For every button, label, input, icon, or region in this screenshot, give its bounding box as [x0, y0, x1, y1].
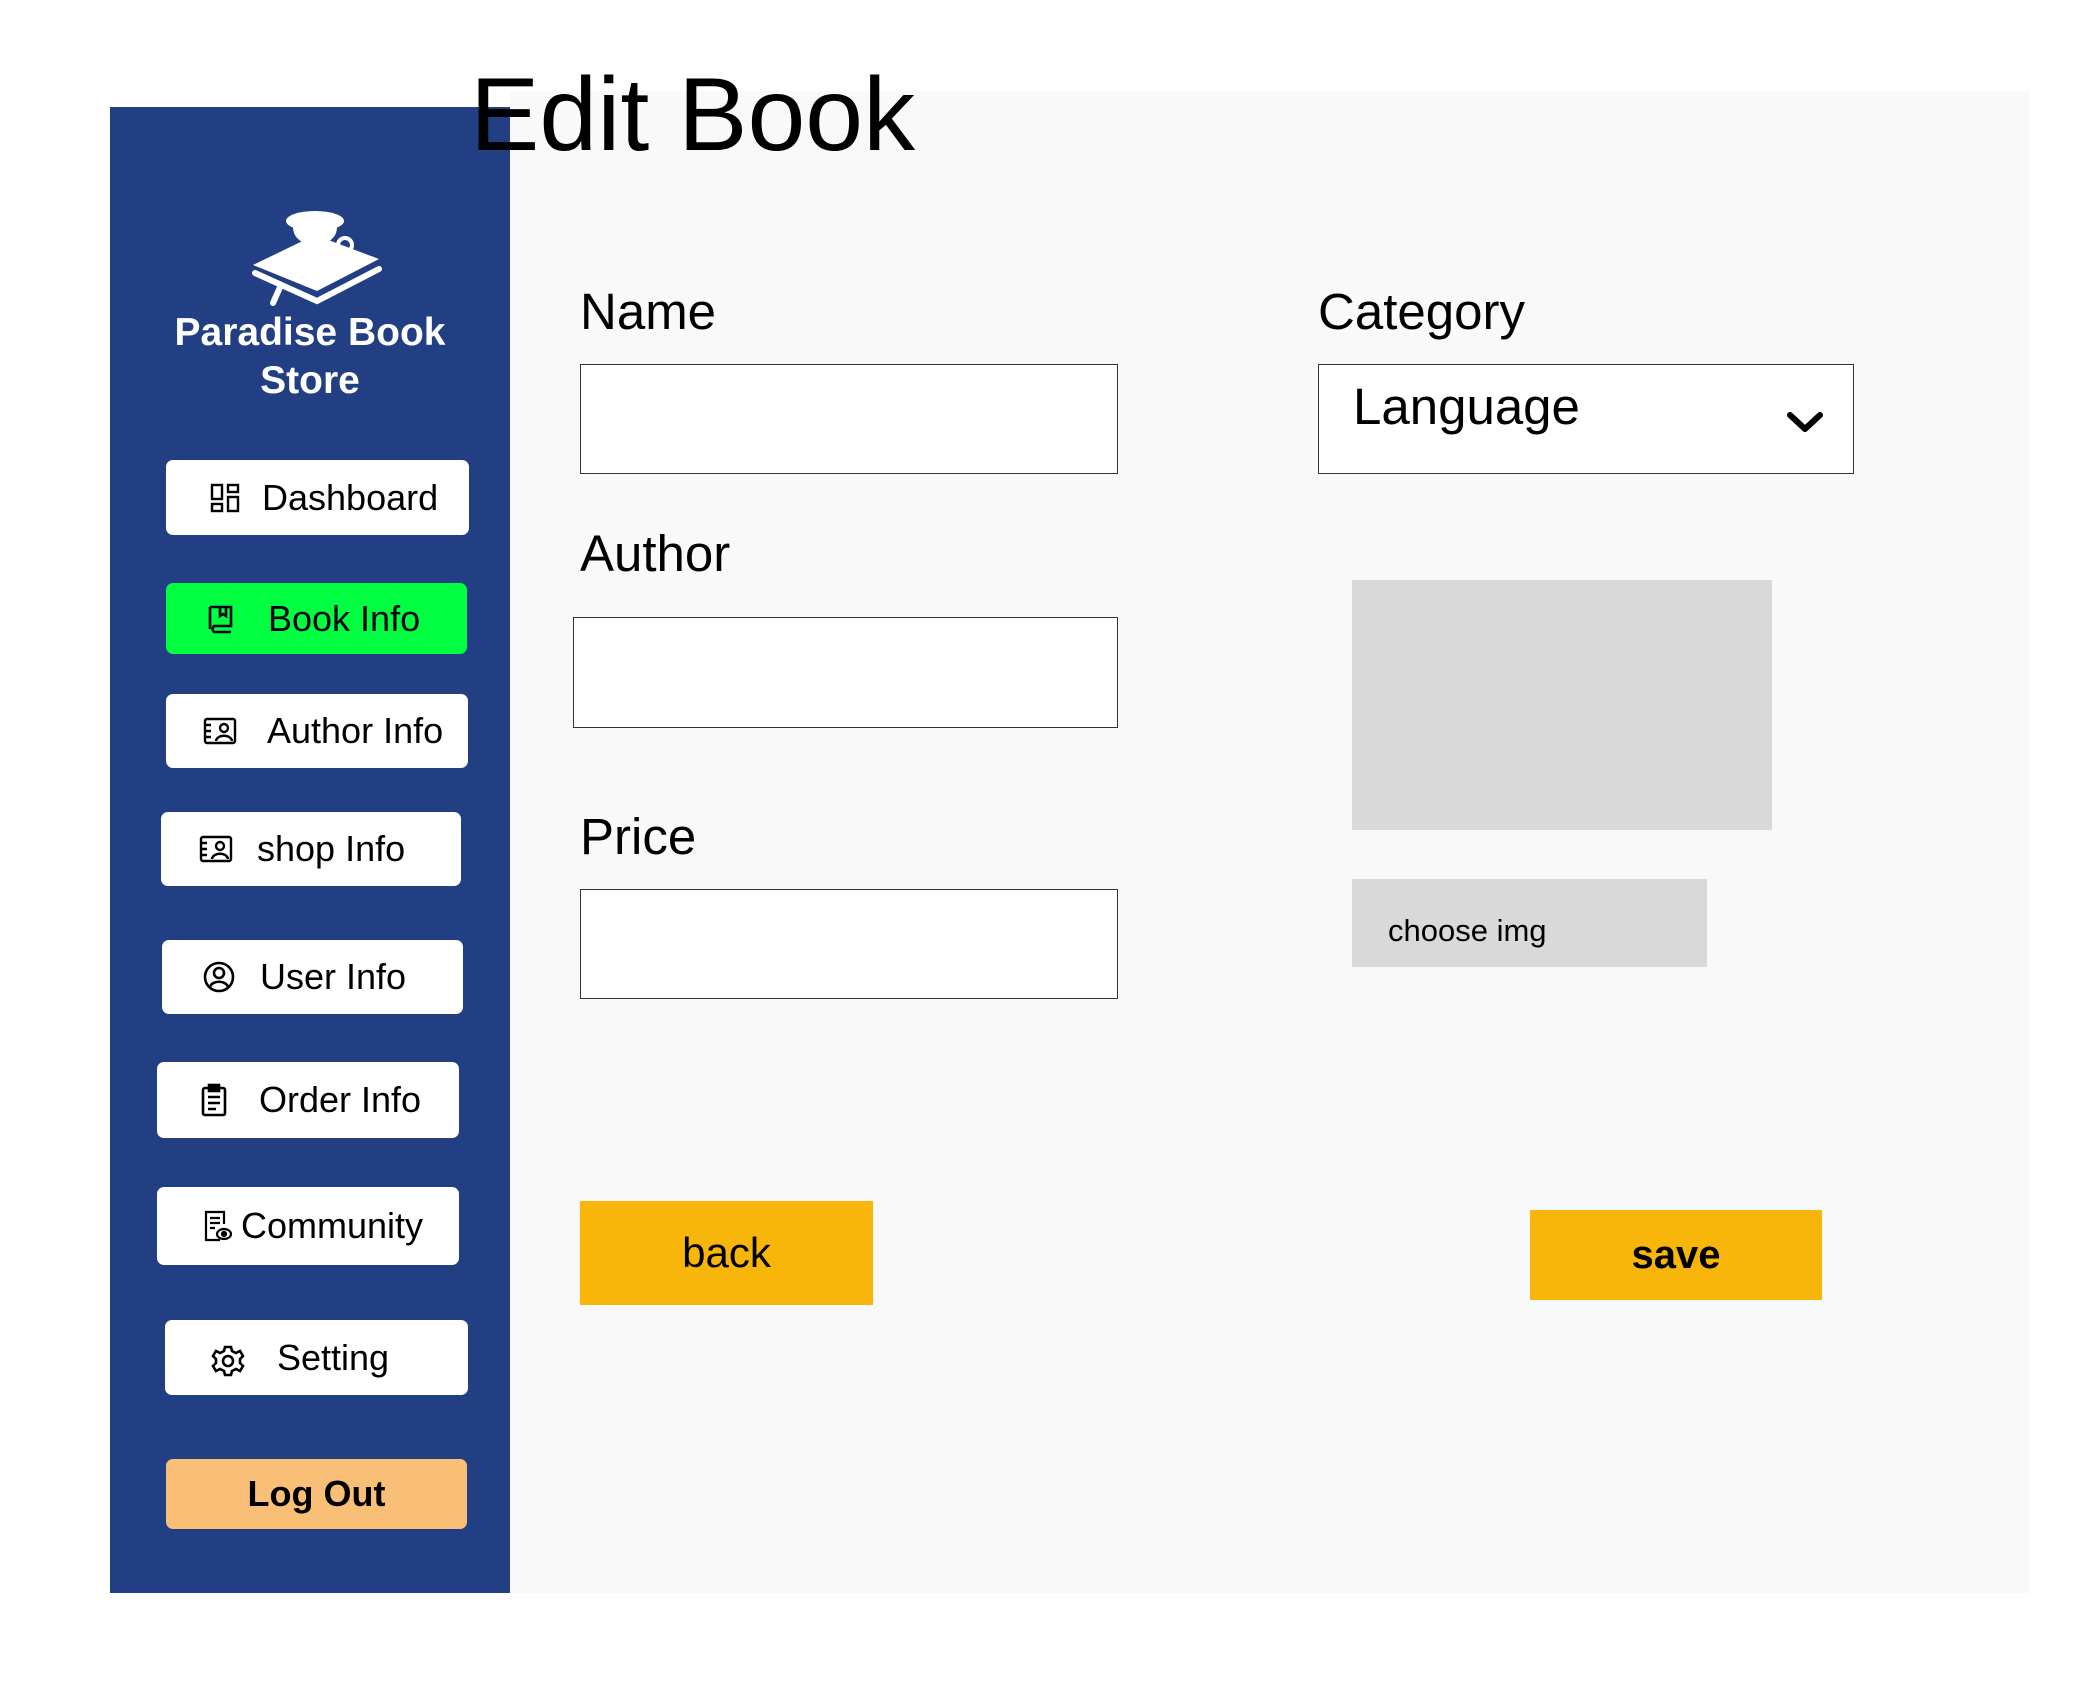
- book-image-preview: [1352, 580, 1772, 830]
- contact-card-icon: [199, 832, 233, 866]
- main-content: [510, 91, 2030, 1593]
- logout-button[interactable]: Log Out: [166, 1459, 467, 1529]
- sidebar-item-label: Order Info: [259, 1079, 422, 1120]
- sidebar-item-user-info[interactable]: User Info: [162, 940, 463, 1014]
- sidebar-item-shop-info[interactable]: shop Info: [161, 812, 461, 886]
- name-label: Name: [580, 283, 717, 340]
- category-label: Category: [1318, 283, 1525, 340]
- gear-icon: [211, 1344, 245, 1378]
- clipboard-icon: [197, 1083, 231, 1117]
- document-eye-icon: [201, 1209, 235, 1243]
- user-circle-icon: [202, 960, 236, 994]
- price-field[interactable]: [580, 889, 1118, 999]
- sidebar-item-community[interactable]: Community: [157, 1187, 459, 1265]
- back-button[interactable]: back: [580, 1201, 873, 1305]
- sidebar-item-label: Author Info: [267, 710, 444, 751]
- sidebar-item-label: Book Info: [268, 597, 421, 639]
- dashboard-icon: [208, 481, 242, 515]
- page-title: Edit Book: [470, 57, 916, 173]
- save-button[interactable]: save: [1530, 1210, 1822, 1300]
- sidebar-item-book-info[interactable]: Book Info: [166, 583, 467, 654]
- choose-image-label: choose img: [1388, 913, 1547, 948]
- app-frame: Paradise Book Store Dashboard Book Info …: [110, 91, 2030, 1593]
- book-with-cup-logo: [252, 211, 382, 306]
- choose-image-button[interactable]: choose img: [1352, 879, 1707, 967]
- book-icon: [204, 602, 238, 636]
- sidebar-item-order-info[interactable]: Order Info: [157, 1062, 459, 1138]
- sidebar-item-label: Setting: [277, 1336, 390, 1378]
- brand-name: Paradise Book Store: [174, 311, 446, 402]
- sidebar-item-dashboard[interactable]: Dashboard: [166, 460, 469, 535]
- save-label: save: [1631, 1232, 1721, 1277]
- author-field[interactable]: [573, 617, 1118, 728]
- sidebar: Paradise Book Store Dashboard Book Info …: [110, 107, 510, 1593]
- logout-label: Log Out: [247, 1473, 386, 1514]
- sidebar-item-label: shop Info: [257, 828, 406, 869]
- chevron-down-icon: [1787, 412, 1823, 432]
- contact-card-icon: [203, 714, 237, 748]
- sidebar-item-author-info[interactable]: Author Info: [166, 694, 468, 768]
- back-label: back: [682, 1229, 771, 1276]
- sidebar-item-setting[interactable]: Setting: [165, 1320, 468, 1395]
- price-label: Price: [580, 808, 697, 865]
- sidebar-item-label: Community: [241, 1205, 424, 1246]
- author-label: Author: [580, 525, 731, 582]
- sidebar-item-label: User Info: [260, 956, 407, 997]
- category-select[interactable]: Language: [1318, 364, 1854, 474]
- category-selected-value: Language: [1353, 378, 1580, 435]
- sidebar-item-label: Dashboard: [262, 476, 439, 518]
- name-field[interactable]: [580, 364, 1118, 474]
